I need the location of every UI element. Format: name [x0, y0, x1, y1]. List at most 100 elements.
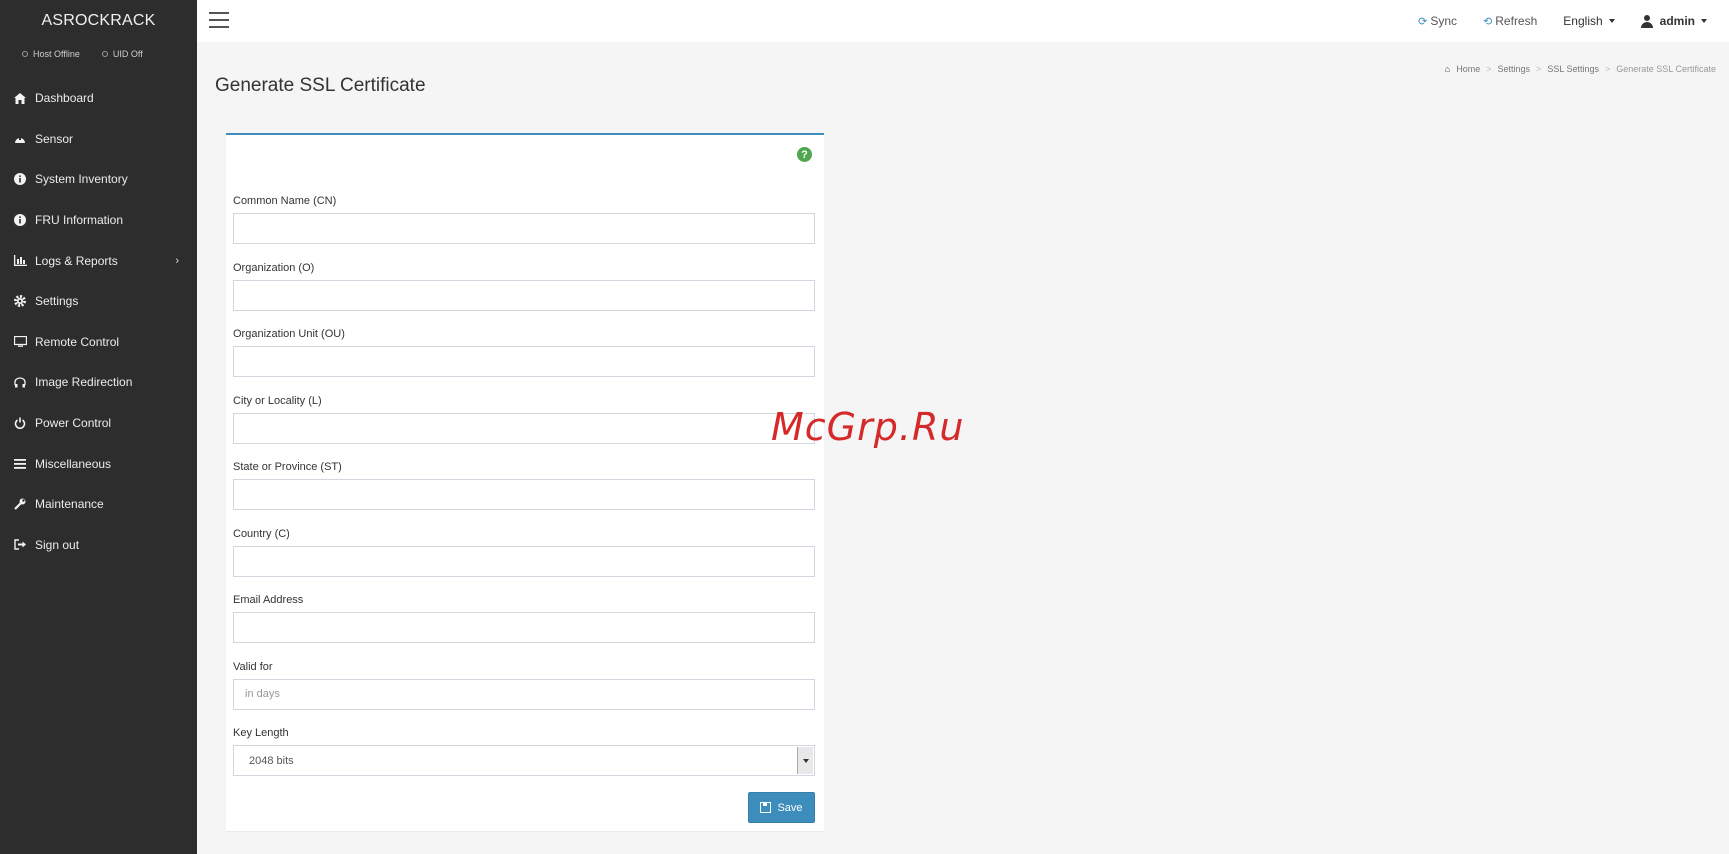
sidebar-item-label: Dashboard	[35, 91, 94, 106]
country-label: Country (C)	[233, 527, 290, 540]
sidebar-item-maintenance[interactable]: Maintenance	[0, 484, 197, 525]
country-input[interactable]	[233, 545, 815, 577]
country-group: Country (C)	[233, 528, 815, 577]
sidebar-item-label: System Inventory	[35, 172, 128, 187]
sync-button[interactable]: ⟳ Sync	[1418, 14, 1457, 28]
sidebar-item-image-redirection[interactable]: Image Redirection	[0, 362, 197, 403]
sidebar: ASROCKRACK Host Offline UID Off Dashboar…	[0, 0, 197, 854]
top-actions: ⟳ Sync ⟲ Refresh English admin	[1418, 0, 1707, 42]
email-input[interactable]	[233, 612, 815, 643]
user-icon	[1640, 14, 1653, 28]
sidebar-item-label: Settings	[35, 294, 79, 309]
key-length-select[interactable]: 2048 bits	[233, 745, 815, 776]
sidebar-item-fru-information[interactable]: FRU Information	[0, 200, 197, 241]
sign-out-icon	[13, 538, 27, 552]
sidebar-item-label: Image Redirection	[35, 375, 133, 390]
sidebar-item-label: FRU Information	[35, 213, 124, 228]
breadcrumb-current: Generate SSL Certificate	[1616, 64, 1716, 74]
uid-status[interactable]: UID Off	[101, 49, 143, 59]
gear-icon	[13, 294, 27, 308]
state-group: State or Province (ST)	[233, 461, 815, 510]
breadcrumb-separator: >	[1486, 64, 1492, 74]
common-name-label: Common Name (CN)	[233, 195, 337, 207]
breadcrumb-settings[interactable]: Settings	[1498, 64, 1531, 74]
state-input[interactable]	[233, 479, 815, 510]
valid-for-label: Valid for	[233, 660, 273, 673]
user-menu[interactable]: admin	[1640, 14, 1707, 28]
sensor-icon	[13, 132, 27, 146]
valid-for-group: Valid for	[233, 661, 815, 710]
wrench-icon	[13, 497, 27, 511]
bar-chart-icon	[13, 254, 27, 268]
city-label: City or Locality (L)	[233, 394, 322, 407]
city-input[interactable]	[233, 412, 815, 444]
host-status-label: Host Offline	[33, 49, 80, 59]
sidebar-item-sensor[interactable]: Sensor	[0, 119, 197, 160]
chevron-down-icon[interactable]	[797, 747, 813, 774]
refresh-label: Refresh	[1495, 14, 1538, 28]
sidebar-item-sign-out[interactable]: Sign out	[0, 525, 197, 566]
organization-input[interactable]	[233, 279, 815, 311]
city-group: City or Locality (L)	[233, 395, 815, 444]
breadcrumb-home[interactable]: Home	[1456, 64, 1480, 74]
help-icon[interactable]: ?	[797, 147, 812, 162]
sidebar-item-remote-control[interactable]: Remote Control	[0, 322, 197, 363]
sidebar-nav: Dashboard Sensor System Inventory FRU In…	[0, 78, 197, 565]
sync-label: Sync	[1430, 14, 1458, 28]
sidebar-item-logs-reports[interactable]: Logs & Reports ›	[0, 240, 197, 281]
monitor-icon	[13, 335, 27, 349]
ssl-form-box: ? Common Name (CN) Organization (O) Orga…	[226, 133, 824, 831]
sidebar-item-dashboard[interactable]: Dashboard	[0, 78, 197, 119]
language-dropdown[interactable]: English	[1563, 14, 1615, 28]
save-icon	[760, 802, 772, 813]
uid-status-label: UID Off	[112, 49, 143, 59]
save-button[interactable]: Save	[748, 792, 815, 823]
caret-down-icon	[1608, 19, 1615, 23]
home-icon: ⌂	[1444, 64, 1451, 74]
sync-icon: ⟳	[1418, 15, 1428, 28]
breadcrumb-separator: >	[1536, 64, 1542, 74]
organization-unit-group: Organization Unit (OU)	[233, 328, 815, 377]
page-title: Generate SSL Certificate	[215, 75, 426, 96]
common-name-group: Common Name (CN)	[233, 195, 815, 244]
status-row: Host Offline UID Off	[0, 42, 197, 66]
common-name-input[interactable]	[233, 213, 815, 244]
user-label: admin	[1659, 14, 1695, 28]
key-length-value: 2048 bits	[249, 754, 294, 767]
power-icon	[13, 416, 27, 430]
organization-group: Organization (O)	[233, 262, 815, 311]
home-icon	[13, 91, 27, 105]
sidebar-item-label: Power Control	[35, 416, 112, 431]
sidebar-item-label: Logs & Reports	[35, 253, 118, 268]
status-dot-icon	[22, 51, 28, 57]
sidebar-item-power-control[interactable]: Power Control	[0, 403, 197, 444]
key-length-label: Key Length	[233, 727, 289, 739]
sidebar-item-label: Sensor	[35, 131, 74, 146]
host-status: Host Offline	[22, 49, 80, 59]
info-icon	[13, 172, 27, 186]
sidebar-item-settings[interactable]: Settings	[0, 281, 197, 322]
organization-unit-label: Organization Unit (OU)	[233, 328, 345, 340]
sidebar-item-label: Maintenance	[35, 497, 104, 512]
valid-for-input[interactable]	[233, 678, 815, 710]
brand-logo[interactable]: ASROCKRACK	[0, 0, 197, 42]
sidebar-item-label: Sign out	[35, 537, 80, 552]
state-label: State or Province (ST)	[233, 461, 342, 473]
refresh-button[interactable]: ⟲ Refresh	[1483, 14, 1537, 28]
email-label: Email Address	[233, 594, 304, 606]
watermark-text: McGrp.Ru	[771, 405, 965, 449]
status-dot-icon	[101, 51, 108, 57]
breadcrumb-separator: >	[1605, 64, 1611, 74]
email-group: Email Address	[233, 594, 815, 643]
breadcrumb: ⌂ Home > Settings > SSL Settings > Gener…	[1445, 64, 1716, 74]
key-length-group: Key Length 2048 bits	[233, 727, 815, 776]
disc-icon	[13, 375, 27, 389]
language-label: English	[1563, 14, 1603, 28]
hamburger-menu-icon[interactable]	[209, 12, 229, 28]
save-label: Save	[777, 801, 803, 814]
sidebar-item-miscellaneous[interactable]: Miscellaneous	[0, 443, 197, 484]
breadcrumb-ssl-settings[interactable]: SSL Settings	[1547, 64, 1599, 74]
refresh-icon: ⟲	[1483, 15, 1493, 28]
organization-unit-input[interactable]	[233, 346, 815, 377]
sidebar-item-system-inventory[interactable]: System Inventory	[0, 159, 197, 200]
